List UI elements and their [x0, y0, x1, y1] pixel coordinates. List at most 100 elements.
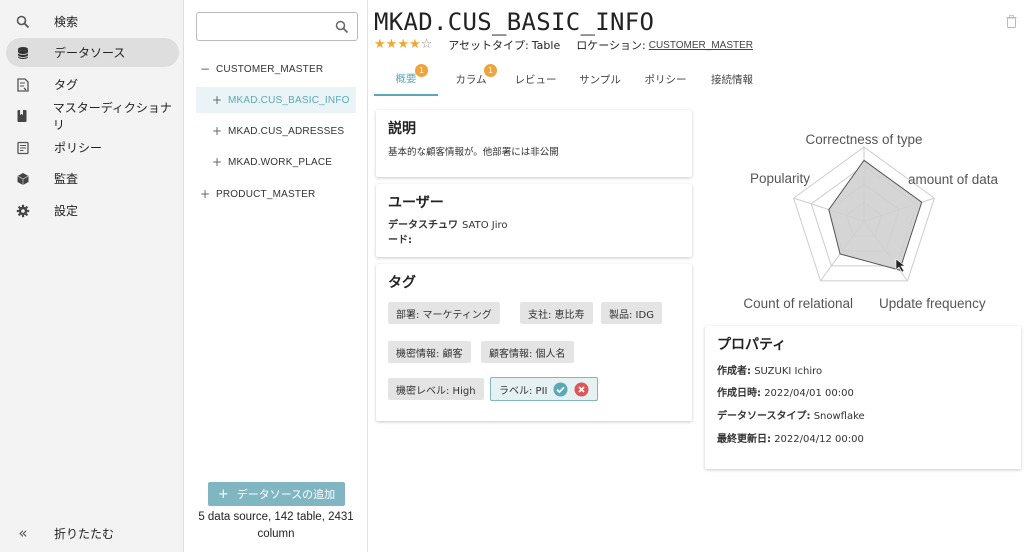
nav-item-dictionary[interactable]: マスターディクショナリ: [6, 100, 179, 132]
tag-chip[interactable]: 支社: 恵比寿: [520, 302, 593, 324]
plus-icon: +: [217, 486, 229, 502]
tab-label: 概要: [395, 72, 417, 85]
star-filled-icon[interactable]: ★: [386, 38, 398, 52]
expand-toggle-icon[interactable]: +: [210, 93, 224, 107]
gear-icon: [6, 204, 40, 218]
expand-toggle-icon[interactable]: +: [210, 124, 224, 138]
users-title: ユーザー: [388, 195, 444, 211]
location-link[interactable]: CUSTOMER_MASTER: [649, 40, 753, 51]
property-row: 作成者: SUZUKI Ichiro: [717, 362, 822, 377]
reject-icon[interactable]: [574, 382, 589, 397]
description-title: 説明: [388, 121, 416, 137]
tab-sample[interactable]: サンプル: [567, 62, 633, 96]
description-text: 基本的な顧客情報が。他部署には非公開: [388, 147, 559, 158]
asset-type-value: Table: [531, 38, 561, 52]
asset-type-label: アセットタイプ:: [448, 39, 529, 52]
property-label: 作成日時:: [717, 388, 761, 399]
location-label: ロケーション:: [576, 39, 646, 52]
steward-label-line: ード:: [388, 235, 412, 246]
radar-axis-label: Update frequency: [879, 296, 986, 311]
property-row: 作成日時: 2022/04/01 00:00: [717, 384, 854, 399]
tab-label: 接続情報: [711, 73, 753, 86]
property-label: データソースタイプ:: [717, 411, 811, 422]
search-icon: [6, 15, 40, 29]
property-row: 最終更新日: 2022/04/12 00:00: [717, 430, 864, 445]
property-row: データソースタイプ: Snowflake: [717, 407, 865, 422]
tree-node-work-place[interactable]: + MKAD.WORK_PLACE: [210, 149, 356, 175]
tree-node-cus-adresses[interactable]: + MKAD.CUS_ADRESSES: [210, 118, 356, 144]
side-navigation: 検索 データソース タグ マスターディクショナリ ポリシー 監査 設定 « 折り…: [0, 0, 184, 552]
nav-item-label: 設定: [54, 204, 79, 218]
radar-axis-label: Count of relational: [743, 296, 853, 311]
tab-label: ポリシー: [644, 73, 687, 86]
tree-node-label: MKAD.CUS_BASIC_INFO: [228, 94, 350, 106]
steward-label: データスチュワ ード:: [388, 218, 462, 248]
property-value: SUZUKI Ichiro: [754, 366, 823, 377]
add-datasource-button[interactable]: + データソースの追加: [208, 482, 345, 506]
nav-item-label: データソース: [54, 46, 126, 60]
tag-chip-label: ラベル: PII: [499, 385, 548, 397]
notification-badge: 1: [415, 64, 428, 77]
tree-node-label: MKAD.CUS_ADRESSES: [228, 125, 345, 137]
description-card: 説明 基本的な顧客情報が。他部署には非公開: [376, 110, 692, 177]
nav-item-search[interactable]: 検索: [6, 7, 179, 36]
tag-chip[interactable]: 機密レベル: High: [388, 378, 484, 400]
nav-item-policy[interactable]: ポリシー: [6, 133, 179, 162]
quality-radar-chart: Correctness of type amount of data Updat…: [743, 132, 998, 311]
star-empty-icon[interactable]: ☆: [421, 38, 433, 52]
nav-item-settings[interactable]: 設定: [6, 196, 179, 225]
nav-item-label: 検索: [54, 15, 79, 29]
property-value: Snowflake: [813, 411, 865, 422]
tag-chip-pending[interactable]: ラベル: PII: [490, 377, 599, 401]
tree-node-label: CUSTOMER_MASTER: [216, 63, 324, 75]
tab-columns[interactable]: カラム 1: [438, 62, 504, 96]
nav-item-label: ポリシー: [54, 141, 103, 155]
nav-item-label: マスターディクショナリ: [52, 100, 172, 132]
tag-chip[interactable]: 部署: マーケティング: [388, 302, 500, 324]
tag-chip[interactable]: 顧客情報: 個人名: [481, 341, 574, 363]
tag-chip[interactable]: 機密情報: 顧客: [388, 341, 471, 363]
star-filled-icon[interactable]: ★: [397, 38, 409, 52]
tab-label: レビュー: [514, 73, 557, 86]
collapse-button[interactable]: « 折りたたむ: [6, 520, 179, 546]
nav-item-tag[interactable]: タグ: [6, 70, 179, 99]
add-datasource-label: データソースの追加: [236, 488, 336, 501]
steward-label-line: データスチュワ: [388, 220, 458, 231]
collapse-toggle-icon[interactable]: −: [198, 62, 212, 76]
tree-node-label: PRODUCT_MASTER: [216, 188, 316, 200]
double-chevron-left-icon: «: [18, 524, 28, 542]
star-filled-icon[interactable]: ★: [374, 38, 386, 52]
notification-badge: 1: [484, 64, 497, 77]
tab-overview[interactable]: 概要 1: [374, 62, 438, 96]
trash-icon[interactable]: [1006, 13, 1017, 32]
tab-review[interactable]: レビュー: [504, 62, 567, 96]
search-icon[interactable]: [335, 19, 349, 38]
properties-card: プロパティ 作成者: SUZUKI Ichiro 作成日時: 2022/04/0…: [705, 326, 1021, 469]
nav-item-datasource[interactable]: データソース: [6, 38, 179, 67]
approve-icon[interactable]: [553, 382, 568, 397]
tree-node-customer-master[interactable]: − CUSTOMER_MASTER: [198, 56, 358, 82]
tab-connection[interactable]: 接続情報: [698, 62, 766, 96]
tree-node-label: MKAD.WORK_PLACE: [228, 156, 333, 168]
nav-item-audit[interactable]: 監査: [6, 164, 179, 193]
tab-label: サンプル: [579, 73, 621, 86]
tab-label: カラム: [455, 73, 487, 86]
expand-toggle-icon[interactable]: +: [198, 187, 212, 201]
star-filled-icon[interactable]: ★: [409, 38, 421, 52]
property-label: 最終更新日:: [717, 434, 771, 445]
datasource-stats: 5 data source, 142 table, 2431 column: [198, 511, 354, 540]
property-value: 2022/04/12 00:00: [774, 434, 864, 445]
datasource-tree-panel: − CUSTOMER_MASTER + MKAD.CUS_BASIC_INFO …: [184, 0, 368, 552]
tree-node-cus-basic-info[interactable]: + MKAD.CUS_BASIC_INFO: [196, 87, 356, 113]
radar-axis-label: Correctness of type: [805, 132, 922, 147]
dictionary-icon: [6, 109, 39, 123]
tree-node-product-master[interactable]: + PRODUCT_MASTER: [198, 181, 358, 207]
expand-toggle-icon[interactable]: +: [210, 155, 224, 169]
property-value: 2022/04/01 00:00: [764, 388, 854, 399]
policy-icon: [6, 141, 40, 155]
users-card: ユーザー データスチュワ ード: SATO Jiro: [376, 184, 692, 257]
rating-stars[interactable]: ★ ★ ★ ★ ☆: [374, 38, 432, 52]
tag-chip[interactable]: 製品: IDG: [601, 302, 662, 324]
tree-search-input[interactable]: [203, 13, 333, 40]
tab-policy[interactable]: ポリシー: [633, 62, 698, 96]
